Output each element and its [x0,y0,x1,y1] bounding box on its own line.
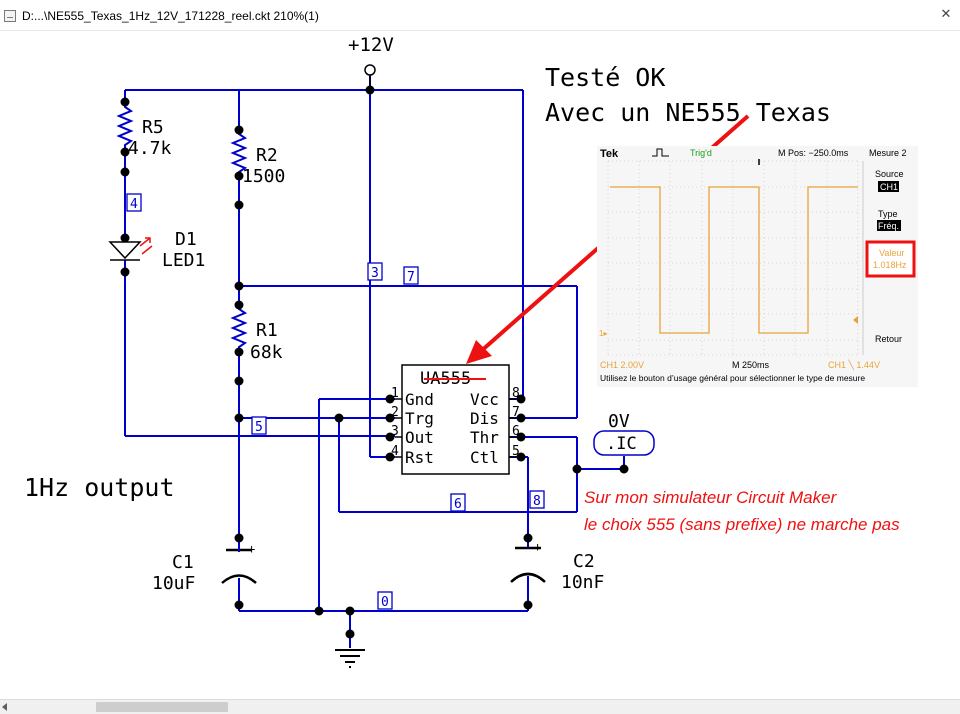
ic-initial-label: .IC [606,434,637,454]
scope-mpos: M Pos: −250.0ms [778,148,849,158]
node-label-6: 6 [454,497,462,512]
note-texas: Avec un NE555 Texas [545,98,831,127]
d1-name: D1 [175,229,197,250]
scope-value-reading: 1.018Hz [873,260,907,270]
capacitor-c1-symbol: + [221,542,257,586]
scope-value-label: Valeur [879,248,904,258]
pin-label-thr: Thr [470,428,499,447]
c1-name: C1 [172,552,194,573]
c1-value: 10uF [152,573,195,594]
scrollbar-thumb[interactable] [96,702,228,712]
scope-source-value: CH1 [880,182,898,192]
horizontal-scrollbar[interactable] [0,699,960,714]
title-bar: D:...\NE555_Texas_1Hz_12V_171228_reel.ck… [0,0,960,31]
r2-name: R2 [256,145,278,166]
scope-trig-status: Trig'd [690,148,712,158]
window-title: D:...\NE555_Texas_1Hz_12V_171228_reel.ck… [22,9,319,23]
close-icon[interactable]: ✕ [936,6,956,24]
r1-value: 68k [250,342,283,363]
c2-value: 10nF [561,572,604,593]
node-label-8: 8 [533,494,541,509]
pin-label-trg: Trg [405,409,434,428]
scope-ch1-marker: 1▸ [599,329,607,338]
oscilloscope-capture: Tek Trig'd M Pos: −250.0ms Mesure 2 1▸ S… [597,146,918,387]
pin-label-dis: Dis [470,409,499,428]
r2-value: 1500 [242,166,285,187]
node-label-4: 4 [130,197,138,212]
c2-name: C2 [573,551,595,572]
led-symbol [108,237,153,261]
scope-timebase: M 250ms [732,360,770,370]
simulator-note-2: le choix 555 (sans prefixe) ne marche pa… [584,515,900,534]
note-tested-ok: Testé OK [545,63,665,92]
node-label-7: 7 [407,270,415,285]
node-label-3: 3 [371,266,379,281]
simulator-note-1: Sur mon simulateur Circuit Maker [584,488,838,507]
pin-label-out: Out [405,428,434,447]
scope-source-label: Source [875,169,904,179]
ic-voltage-label: 0V [608,411,630,432]
scope-trigger-info: CH1 ╲ 1.44V [828,359,880,371]
capacitor-c2-symbol: + [510,540,546,586]
scope-menu-title: Mesure 2 [869,148,907,158]
node-label-5: 5 [255,420,263,435]
scroll-left-icon[interactable] [2,703,7,711]
scope-ch1-scale: CH1 2.00V [600,360,644,370]
pin-label-ctl: Ctl [470,448,499,467]
junction-dots [120,85,629,639]
output-label: 1Hz output [24,473,175,502]
pin-label-gnd: Gnd [405,390,434,409]
scope-brand: Tek [600,148,619,160]
supply-terminal [364,64,376,76]
d1-value: LED1 [162,250,205,271]
app-icon [4,10,16,22]
scope-help-text: Utilisez le bouton d’usage général pour … [600,373,865,383]
scope-type-label: Type [878,209,898,219]
supply-label: +12V [348,34,394,56]
scope-retour-label: Retour [875,334,902,344]
pin-label-vcc: Vcc [470,390,499,409]
svg-text:+: + [534,540,541,554]
schematic-wires [116,76,625,648]
node-label-0: 0 [381,595,389,610]
r1-name: R1 [256,320,278,341]
ground-symbol [335,649,365,668]
svg-text:+: + [248,542,255,556]
pin-label-rst: Rst [405,448,434,467]
scope-type-value: Fréq. [878,221,899,231]
r5-name: R5 [142,117,164,138]
r5-value: 4.7k [128,138,172,159]
